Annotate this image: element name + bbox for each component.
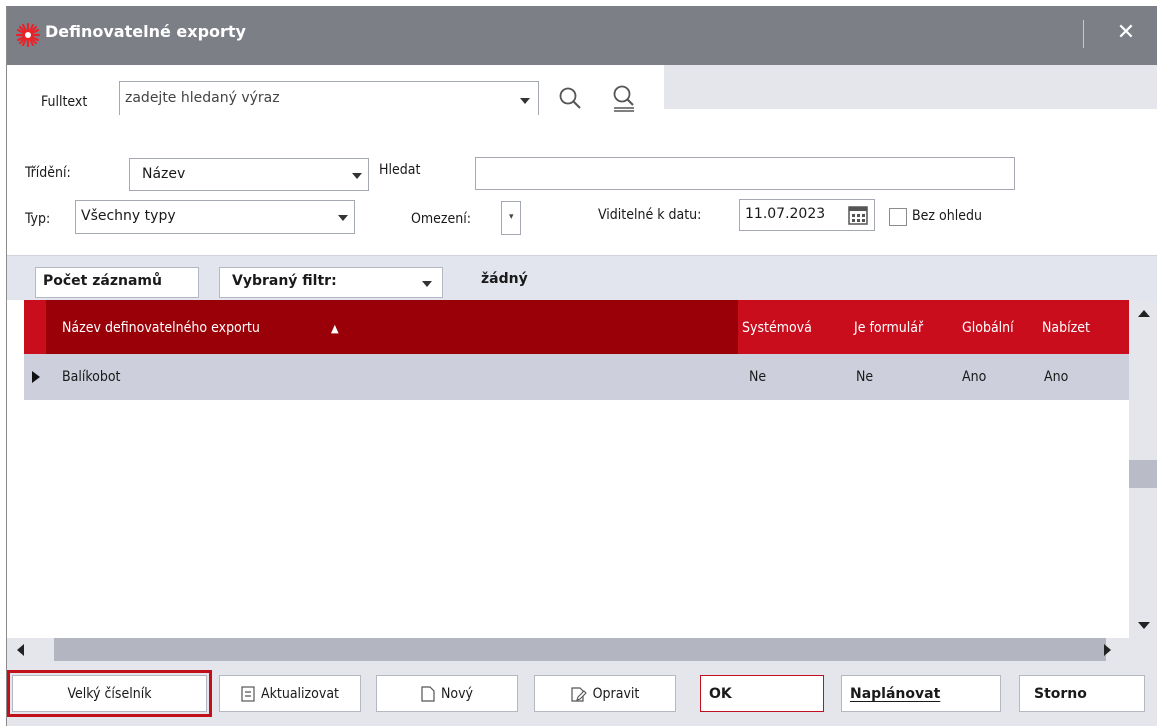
refresh-button[interactable]: Aktualizovat bbox=[219, 675, 361, 712]
column-form[interactable]: Je formulář bbox=[854, 320, 923, 336]
limit-label: Omezení: bbox=[411, 211, 472, 227]
chevron-down-icon[interactable] bbox=[352, 173, 362, 179]
visible-date-value: 11.07.2023 bbox=[745, 206, 826, 222]
export-dialog: Definovatelné exporty ✕ Fulltext zadejte… bbox=[6, 6, 1157, 726]
visible-date-field[interactable]: 11.07.2023 bbox=[739, 199, 875, 231]
fulltext-placeholder: zadejte hledaný výraz bbox=[125, 90, 280, 106]
new-document-icon bbox=[421, 685, 435, 702]
new-label: Nový bbox=[440, 685, 474, 702]
ok-label: OK bbox=[709, 685, 732, 702]
footer-bar: Velký číselník Aktualizovat Nový Opravit… bbox=[7, 661, 1157, 726]
filter-panel: Třídění: Název Hledat Typ: Všechny typy … bbox=[7, 115, 1157, 255]
app-logo-icon bbox=[15, 22, 41, 48]
table-row[interactable]: Balíkobot Ne Ne Ano Ano bbox=[24, 354, 1129, 400]
refresh-label: Aktualizovat bbox=[261, 685, 339, 702]
column-system[interactable]: Systémová bbox=[742, 320, 812, 336]
window-title: Definovatelné exporty bbox=[45, 22, 246, 41]
header-gutter bbox=[24, 300, 46, 354]
record-count-button[interactable]: Počet záznamů bbox=[35, 267, 199, 298]
sort-ascending-icon: ▲ bbox=[331, 322, 339, 335]
chevron-down-icon[interactable] bbox=[520, 98, 530, 104]
horizontal-scroll-thumb[interactable] bbox=[54, 638, 1106, 661]
column-name[interactable]: Název definovatelného exportu bbox=[62, 320, 260, 336]
advanced-search-icon[interactable] bbox=[610, 83, 638, 113]
header-name-cell[interactable]: Název definovatelného exportu ▲ bbox=[24, 300, 738, 354]
search-field[interactable] bbox=[475, 157, 1015, 190]
exports-grid: Název definovatelného exportu ▲ Systémov… bbox=[24, 300, 1157, 638]
type-value: Všechny typy bbox=[81, 208, 176, 224]
scroll-right-icon[interactable] bbox=[1104, 644, 1111, 656]
schedule-button[interactable]: Naplánovat bbox=[841, 675, 1001, 712]
type-select[interactable]: Všechny typy bbox=[75, 200, 355, 234]
selected-filter-dropdown[interactable]: Vybraný filtr: bbox=[219, 267, 443, 298]
records-bar: Počet záznamů Vybraný filtr: žádný bbox=[7, 255, 1157, 300]
sort-value: Název bbox=[142, 166, 186, 182]
horizontal-scrollbar[interactable] bbox=[7, 638, 1157, 661]
cell-global: Ano bbox=[962, 369, 987, 385]
limit-select[interactable]: ▾ bbox=[501, 201, 521, 235]
title-bar: Definovatelné exporty ✕ bbox=[7, 6, 1157, 65]
ok-button[interactable]: OK bbox=[700, 675, 824, 712]
cancel-label: Storno bbox=[1034, 685, 1087, 702]
edit-label: Opravit bbox=[592, 685, 640, 702]
column-global[interactable]: Globální bbox=[962, 320, 1014, 336]
big-list-button[interactable]: Velký číselník bbox=[7, 670, 212, 717]
vertical-scroll-thumb[interactable] bbox=[1129, 460, 1157, 488]
cell-offer: Ano bbox=[1044, 369, 1069, 385]
type-label: Typ: bbox=[25, 211, 51, 227]
fulltext-input[interactable]: zadejte hledaný výraz bbox=[119, 81, 539, 117]
refresh-icon bbox=[241, 685, 255, 702]
visible-date-label: Viditelné k datu: bbox=[598, 207, 702, 223]
toolbar-filler bbox=[664, 65, 1157, 109]
sort-label: Třídění: bbox=[25, 165, 71, 181]
cell-system: Ne bbox=[749, 369, 767, 385]
title-separator bbox=[1083, 20, 1084, 48]
scroll-left-icon[interactable] bbox=[17, 644, 24, 656]
big-list-label: Velký číselník bbox=[67, 685, 152, 702]
selected-filter-value: žádný bbox=[481, 271, 528, 287]
scroll-up-icon[interactable] bbox=[1138, 310, 1150, 317]
fulltext-label: Fulltext bbox=[41, 94, 88, 110]
cancel-button[interactable]: Storno bbox=[1019, 675, 1145, 712]
edit-icon bbox=[571, 686, 587, 702]
selected-filter-label: Vybraný filtr: bbox=[232, 273, 337, 289]
edit-button[interactable]: Opravit bbox=[534, 675, 676, 712]
ignore-date-label: Bez ohledu bbox=[912, 208, 982, 224]
chevron-down-icon[interactable] bbox=[422, 281, 432, 287]
row-pointer-icon bbox=[32, 371, 40, 383]
chevron-down-icon[interactable] bbox=[338, 215, 348, 221]
cell-name: Balíkobot bbox=[62, 369, 121, 385]
schedule-label: Naplánovat bbox=[850, 685, 941, 702]
fulltext-toolbar: Fulltext zadejte hledaný výraz bbox=[7, 65, 1157, 117]
new-button[interactable]: Nový bbox=[376, 675, 518, 712]
scroll-down-icon[interactable] bbox=[1138, 622, 1150, 629]
limit-chevron-icon: ▾ bbox=[509, 212, 514, 222]
vertical-scrollbar[interactable] bbox=[1129, 300, 1157, 638]
ignore-date-checkbox[interactable] bbox=[889, 208, 907, 226]
grid-header: Název definovatelného exportu ▲ Systémov… bbox=[24, 300, 1129, 354]
calendar-icon[interactable] bbox=[848, 205, 868, 225]
search-icon[interactable] bbox=[557, 85, 583, 111]
cell-form: Ne bbox=[856, 369, 874, 385]
close-button[interactable]: ✕ bbox=[1111, 18, 1141, 48]
search-label: Hledat bbox=[379, 162, 421, 178]
column-offer[interactable]: Nabízet bbox=[1042, 320, 1090, 336]
sort-select[interactable]: Název bbox=[129, 158, 369, 191]
